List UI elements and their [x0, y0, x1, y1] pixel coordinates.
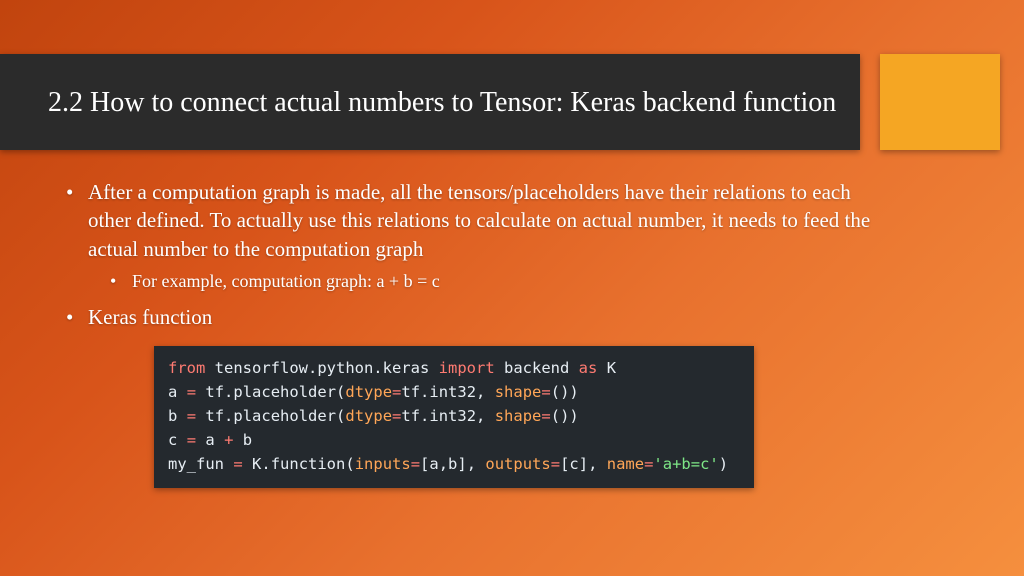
code-l5-c2: , — [588, 455, 607, 473]
code-l4-lhs: c — [168, 431, 177, 449]
code-l5-arg1: inputs — [355, 455, 411, 473]
code-l4-b: b — [243, 431, 252, 449]
code-l2-eq2: = — [541, 383, 550, 401]
code-l3-eq: = — [187, 407, 196, 425]
code-l2-val1: tf.int32 — [401, 383, 476, 401]
code-l2-comma: , — [476, 383, 495, 401]
slide-body: After a computation graph is made, all t… — [64, 178, 874, 488]
code-l5-call: K.function — [252, 455, 345, 473]
code-kw-from: from — [168, 359, 205, 377]
code-l3-rp: ) — [569, 407, 578, 425]
accent-block — [880, 54, 1000, 150]
code-l5-eq3: = — [644, 455, 653, 473]
code-l2-lp: ( — [336, 383, 345, 401]
code-l4-eq: = — [187, 431, 196, 449]
code-l3-lp: ( — [336, 407, 345, 425]
code-l2-eq: = — [187, 383, 196, 401]
code-l3-eq2: = — [541, 407, 550, 425]
code-l3-call: tf.placeholder — [205, 407, 336, 425]
bullet-1a: For example, computation graph: a + b = … — [108, 269, 874, 293]
code-l2-val2: () — [551, 383, 570, 401]
code-kw-as: as — [579, 359, 598, 377]
bullet-1: After a computation graph is made, all t… — [64, 178, 874, 293]
code-l5-eq1: = — [411, 455, 420, 473]
code-l5-rp: ) — [719, 455, 728, 473]
code-l3-arg2: shape — [495, 407, 542, 425]
code-l3-val2: () — [551, 407, 570, 425]
code-kw-import: import — [439, 359, 495, 377]
slide-title: 2.2 How to connect actual numbers to Ten… — [48, 85, 836, 120]
code-l5-lhs: my_fun — [168, 455, 224, 473]
code-l5-arg3: name — [607, 455, 644, 473]
code-alias: K — [607, 359, 616, 377]
code-l5-val3: 'a+b=c' — [653, 455, 718, 473]
code-l2-arg1: dtype — [345, 383, 392, 401]
bullet-2: Keras function — [64, 303, 874, 331]
bullet-1-text: After a computation graph is made, all t… — [88, 180, 870, 261]
code-l5-eq2: = — [551, 455, 560, 473]
code-l2-rp: ) — [569, 383, 578, 401]
code-l3-lhs: b — [168, 407, 177, 425]
code-l4-plus: + — [224, 431, 233, 449]
code-module: tensorflow.python.keras — [215, 359, 430, 377]
code-l2-eq1: = — [392, 383, 401, 401]
code-l5-arg2: outputs — [485, 455, 550, 473]
code-import-what: backend — [504, 359, 569, 377]
code-l5-eq: = — [233, 455, 242, 473]
code-l2-call: tf.placeholder — [205, 383, 336, 401]
code-l3-val1: tf.int32 — [401, 407, 476, 425]
code-block: from tensorflow.python.keras import back… — [154, 346, 754, 488]
code-l4-a: a — [205, 431, 214, 449]
code-l5-c1: , — [467, 455, 486, 473]
code-l3-eq1: = — [392, 407, 401, 425]
code-l2-arg2: shape — [495, 383, 542, 401]
title-bar: 2.2 How to connect actual numbers to Ten… — [0, 54, 860, 150]
code-l2-lhs: a — [168, 383, 177, 401]
bullet-1a-text: For example, computation graph: a + b = … — [132, 271, 440, 291]
bullet-2-text: Keras function — [88, 305, 212, 329]
code-l5-lp: ( — [345, 455, 354, 473]
code-l5-val2: [c] — [560, 455, 588, 473]
code-l5-val1: [a,b] — [420, 455, 467, 473]
code-l3-comma: , — [476, 407, 495, 425]
code-l3-arg1: dtype — [345, 407, 392, 425]
